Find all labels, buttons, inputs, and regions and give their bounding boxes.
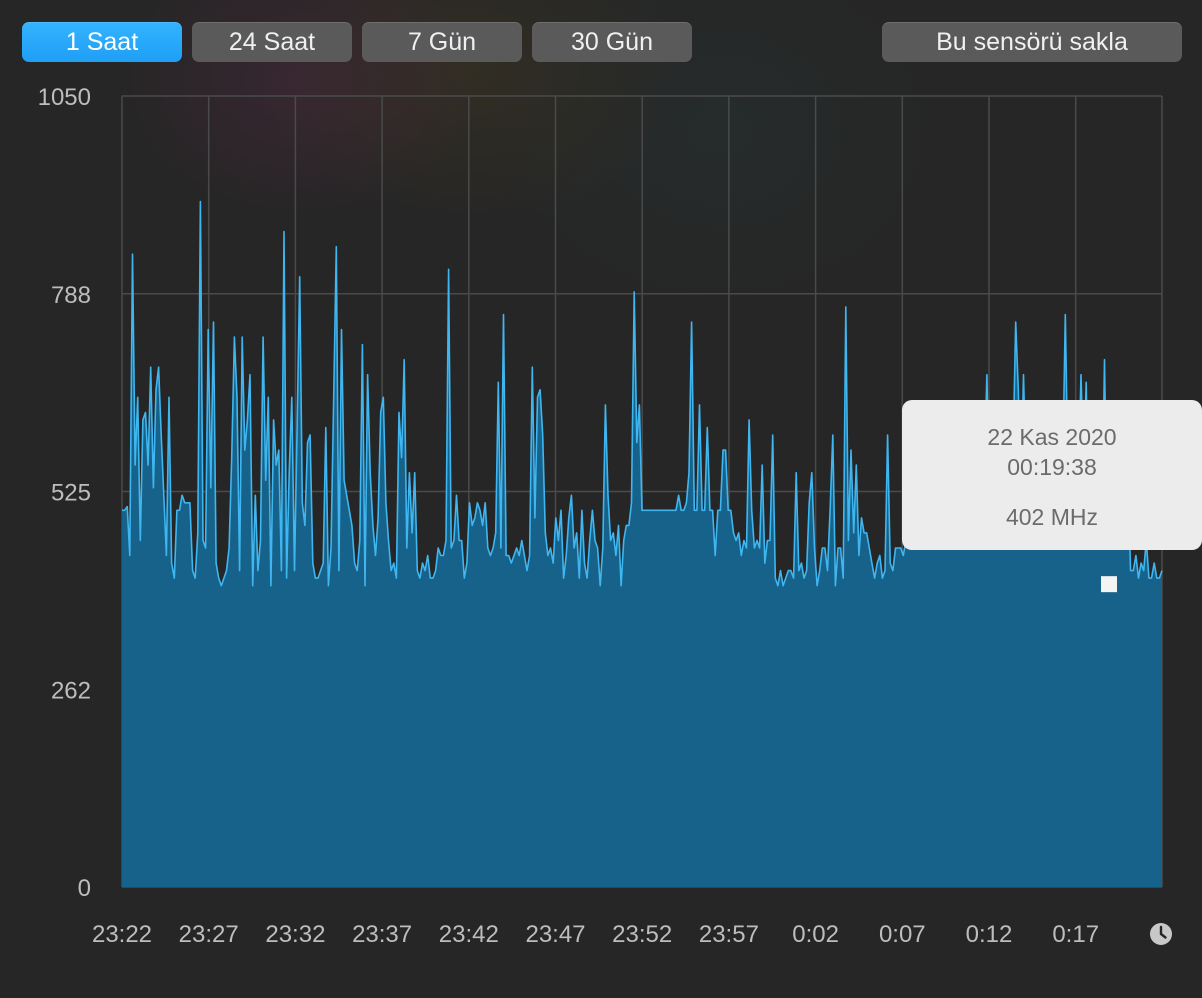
x-tick-label: 23:32 (265, 921, 325, 948)
tooltip-value: 402 MHz (1005, 504, 1099, 530)
y-tick-label: 525 (51, 480, 91, 507)
tooltip-date: 22 Kas 2020 (987, 424, 1117, 450)
x-tick-label: 23:57 (699, 921, 759, 948)
x-tick-label: 23:42 (439, 921, 499, 948)
clock-icon[interactable] (1149, 922, 1173, 946)
x-tick-label: 23:47 (525, 921, 585, 948)
marker-layer (1101, 576, 1117, 593)
x-tick-label: 23:27 (179, 921, 239, 948)
x-tick-label: 23:22 (92, 921, 152, 948)
x-tick-label: 0:17 (1052, 921, 1099, 948)
x-tick-label: 0:12 (966, 921, 1013, 948)
x-tick-label: 23:52 (612, 921, 672, 948)
data-tooltip: 22 Kas 2020 00:19:38 402 MHz (902, 400, 1202, 550)
highlight-marker (1101, 576, 1117, 593)
x-axis: 23:22 23:27 23:32 23:37 23:42 23:47 23:52 23:57… (92, 921, 1099, 948)
y-axis: 1050 788 525 262 0 (38, 84, 91, 902)
y-tick-label: 788 (51, 282, 91, 309)
y-tick-label: 262 (51, 677, 91, 704)
sensor-history-window: 1 Saat 24 Saat 7 Gün 30 Gün Bu sensörü s… (0, 0, 1202, 998)
x-tick-label: 0:07 (879, 921, 926, 948)
y-tick-label: 1050 (38, 84, 91, 111)
tooltip-time: 00:19:38 (1007, 454, 1097, 480)
y-tick-label: 0 (78, 875, 91, 902)
x-tick-label: 23:37 (352, 921, 412, 948)
x-tick-label: 0:02 (792, 921, 839, 948)
